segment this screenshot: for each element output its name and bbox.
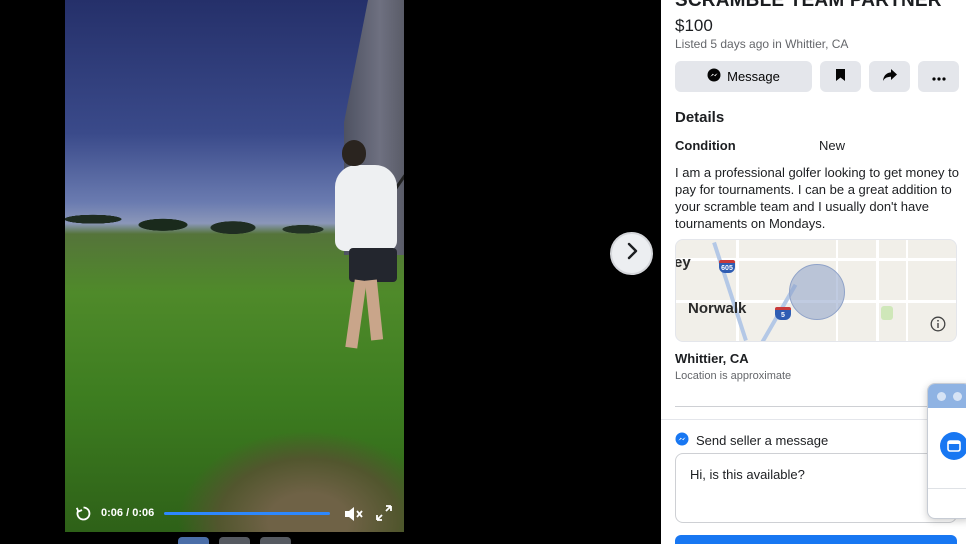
map-city-label: ey [675,254,691,271]
media-thumbnail[interactable] [260,537,291,544]
media-thumbnails [178,537,291,544]
listing-posted-info: Listed 5 days ago in Whittier, CA [675,37,849,51]
freeway-shield: 5 [775,307,791,320]
video-golfer-shorts [349,248,397,282]
section-divider [661,419,966,420]
window-dot-icon [937,392,946,401]
map-road [906,240,908,341]
map-city-label: Norwalk [688,300,747,317]
marketplace-listing-view: 0:06 / 0:06 SCRAMBLE TEAM PARTNER $100 L… [0,0,966,544]
next-media-button[interactable] [610,232,653,275]
more-options-button[interactable] [918,61,959,92]
send-message-label: Send seller a message [696,433,829,448]
details-heading: Details [675,109,725,126]
location-note: Location is approximate [675,370,792,382]
replay-icon[interactable] [75,505,92,522]
location-name: Whittier, CA [675,351,749,366]
video-time-total: 0:06 [132,507,155,519]
condition-value: New [819,138,846,153]
condition-label: Condition [675,138,736,153]
fullscreen-icon[interactable] [376,505,392,521]
listing-video[interactable] [65,0,404,532]
video-golfer-head [342,140,366,166]
seller-message-input[interactable]: Hi, is this available? [675,453,957,523]
seller-message-text: Hi, is this available? [690,467,805,482]
video-time-current: 0:06 [101,507,124,519]
video-controls: 0:06 / 0:06 [65,500,404,528]
video-golfer [335,165,397,251]
message-button-label: Message [727,69,780,84]
send-message-heading: Send seller a message [675,432,828,449]
media-thumbnail[interactable] [178,537,209,544]
video-time: 0:06 / 0:06 [101,507,154,519]
listing-actions: Message [675,61,959,92]
media-thumbnail[interactable] [219,537,250,544]
message-button[interactable]: Message [675,61,812,92]
more-icon [931,69,946,84]
section-divider [675,406,966,407]
video-golfer-leg [364,279,384,341]
map-road [876,240,879,341]
messenger-icon [675,432,689,449]
map-freeway [712,241,748,341]
window-dot-icon [953,392,962,401]
video-golfer-leg [345,279,367,349]
video-trees [65,180,345,236]
bookmark-icon [835,68,846,85]
messenger-icon [707,68,721,85]
media-viewer: 0:06 / 0:06 [0,0,661,544]
chat-widget-divider [928,488,966,489]
share-button[interactable] [869,61,910,92]
video-time-separator: / [126,507,130,519]
listing-title: SCRAMBLE TEAM PARTNER [675,0,942,11]
listing-description: I am a professional golfer looking to ge… [675,165,959,231]
info-icon[interactable] [930,316,946,332]
save-button[interactable] [820,61,861,92]
video-progress-bar[interactable] [164,512,330,515]
map-park [881,306,893,320]
approximate-location-circle [789,264,845,320]
listing-price: $100 [675,16,713,35]
share-icon [882,68,898,85]
chevron-right-icon [625,242,639,265]
chat-widget[interactable] [927,383,966,519]
location-map[interactable]: ey Norwalk 605 5 [675,239,957,342]
send-message-button[interactable] [675,535,957,544]
chat-widget-header [928,384,966,408]
freeway-shield: 605 [719,260,735,273]
muted-speaker-icon[interactable] [343,505,363,523]
listing-details-panel: SCRAMBLE TEAM PARTNER $100 Listed 5 days… [661,0,966,544]
chat-app-icon[interactable] [940,432,966,460]
